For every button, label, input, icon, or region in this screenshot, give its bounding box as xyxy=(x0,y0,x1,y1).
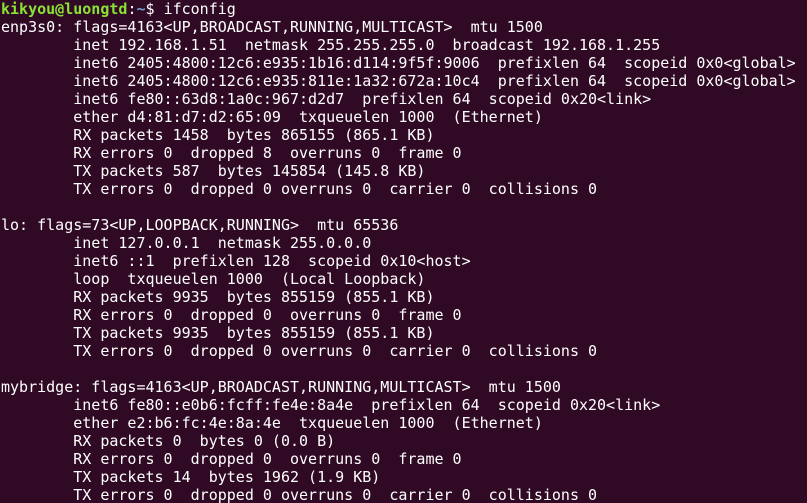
output-line: inet6 ::1 prefixlen 128 scopeid 0x10<hos… xyxy=(1,252,471,270)
output-line: RX errors 0 dropped 0 overruns 0 frame 0 xyxy=(1,306,462,324)
output-blank-line xyxy=(1,198,807,216)
output-line: lo: flags=73<UP,LOOPBACK,RUNNING> mtu 65… xyxy=(1,216,399,234)
terminal-window[interactable]: kikyou@luongtd:~$ ifconfig enp3s0: flags… xyxy=(0,0,807,503)
output-line: TX packets 14 bytes 1962 (1.9 KB) xyxy=(1,468,381,486)
output-blank-line xyxy=(1,360,807,378)
output-line: ether d4:81:d7:d2:65:09 txqueuelen 1000 … xyxy=(1,108,543,126)
prompt-symbol: $ xyxy=(145,0,164,18)
shell-prompt: kikyou@luongtd:~$ ifconfig xyxy=(1,0,807,18)
output-line: loop txqueuelen 1000 (Local Loopback) xyxy=(1,270,426,288)
output-line: mybridge: flags=4163<UP,BROADCAST,RUNNIN… xyxy=(1,378,561,396)
output-line: enp3s0: flags=4163<UP,BROADCAST,RUNNING,… xyxy=(1,18,543,36)
output-line: RX packets 9935 bytes 855159 (855.1 KB) xyxy=(1,288,435,306)
output-line: RX packets 0 bytes 0 (0.0 B) xyxy=(1,432,336,450)
output-line: inet6 fe80::63d8:1a0c:967:d2d7 prefixlen… xyxy=(1,90,652,108)
output-line: RX errors 0 dropped 0 overruns 0 frame 0 xyxy=(1,450,462,468)
output-line: TX errors 0 dropped 0 overruns 0 carrier… xyxy=(1,342,598,360)
output-line: RX errors 0 dropped 8 overruns 0 frame 0 xyxy=(1,144,462,162)
output-line: ether e2:b6:fc:4e:8a:4e txqueuelen 1000 … xyxy=(1,414,543,432)
output-line: inet 192.168.1.51 netmask 255.255.255.0 … xyxy=(1,36,661,54)
prompt-user-host: kikyou@luongtd xyxy=(1,0,128,18)
output-line: inet6 2405:4800:12c6:e935:1b16:d114:9f5f… xyxy=(1,54,796,72)
output-line: inet6 2405:4800:12c6:e935:811e:1a32:672a… xyxy=(1,72,796,90)
prompt-path: ~ xyxy=(136,0,146,18)
output-line: TX errors 0 dropped 0 overruns 0 carrier… xyxy=(1,180,598,198)
output-line: inet 127.0.0.1 netmask 255.0.0.0 xyxy=(1,234,372,252)
output-line: TX packets 9935 bytes 855159 (855.1 KB) xyxy=(1,324,435,342)
command-output: enp3s0: flags=4163<UP,BROADCAST,RUNNING,… xyxy=(1,18,807,503)
output-line: RX packets 1458 bytes 865155 (865.1 KB) xyxy=(1,126,435,144)
output-line: TX packets 587 bytes 145854 (145.8 KB) xyxy=(1,162,426,180)
output-line: TX errors 0 dropped 0 overruns 0 carrier… xyxy=(1,486,598,503)
prompt-command: ifconfig xyxy=(163,0,236,18)
output-line: inet6 fe80::e0b6:fcff:fe4e:8a4e prefixle… xyxy=(1,396,661,414)
